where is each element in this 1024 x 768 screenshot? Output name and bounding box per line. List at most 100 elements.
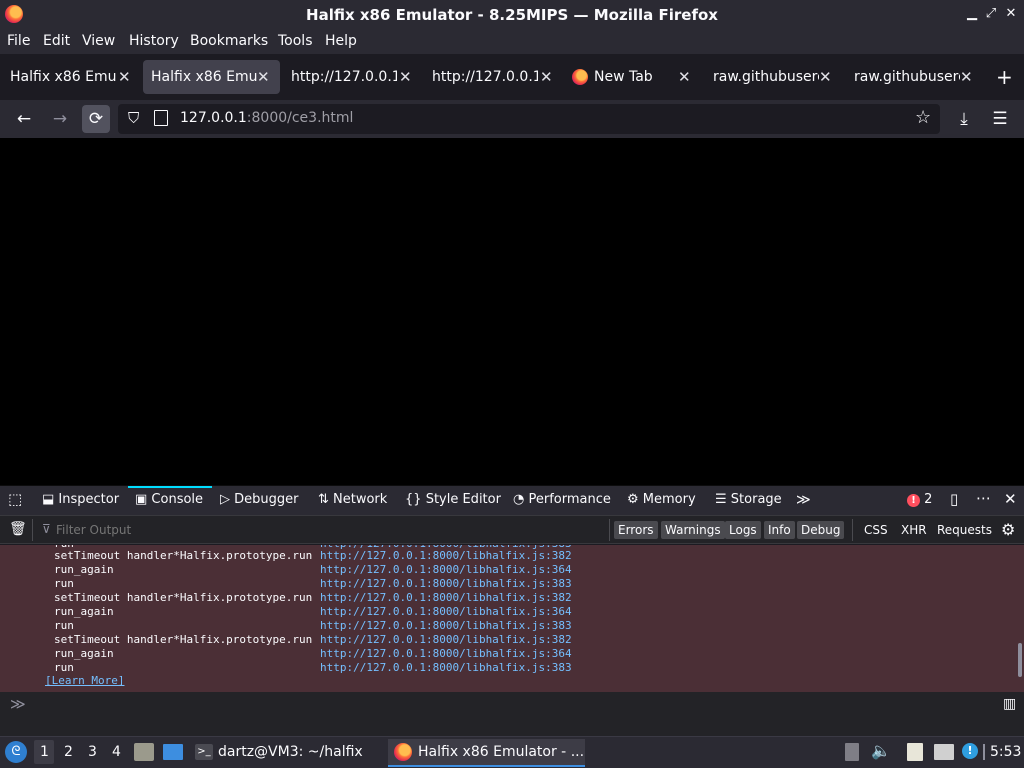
- stack-function: run: [54, 619, 74, 632]
- tab-label: Halfix x86 Emul: [151, 69, 257, 85]
- tab-raw-github-1[interactable]: raw.githubuserc ✕: [705, 60, 842, 94]
- filter-output-input[interactable]: [56, 520, 356, 540]
- filter-logs-button[interactable]: Logs: [725, 521, 761, 539]
- close-tab-icon[interactable]: ✕: [678, 68, 691, 86]
- stack-location-link[interactable]: http://127.0.0.1:8000/libhalfix.js:364: [320, 605, 572, 618]
- devtools-tab-performance[interactable]: ◔ Performance: [513, 492, 611, 507]
- terminal-icon: >_: [195, 744, 213, 760]
- close-devtools-icon[interactable]: ✕: [1004, 490, 1017, 508]
- devtools-tab-style-editor[interactable]: {} Style Editor: [405, 492, 501, 507]
- page-icon[interactable]: [154, 110, 168, 126]
- start-menu-icon[interactable]: ᘓ: [5, 741, 27, 763]
- menu-history[interactable]: History: [129, 33, 179, 49]
- close-tab-icon[interactable]: ✕: [540, 68, 553, 86]
- console-settings-gear-icon[interactable]: ⚙: [1001, 520, 1015, 539]
- stack-location-link[interactable]: http://127.0.0.1:8000/libhalfix.js:383: [320, 577, 572, 590]
- workspace-1[interactable]: 1: [40, 744, 49, 760]
- url-bar[interactable]: ⛉ 127.0.0.1:8000/ce3.html ☆: [118, 104, 940, 134]
- devtools-tab-memory[interactable]: ⚙ Memory: [627, 492, 696, 507]
- maximize-icon[interactable]: ⤢: [983, 6, 999, 22]
- console-input[interactable]: ≫ ▥: [0, 692, 1024, 736]
- tab-new-tab[interactable]: New Tab ✕: [564, 60, 701, 94]
- tab-label: raw.githubuserc: [854, 69, 960, 85]
- filter-warnings-button[interactable]: Warnings: [661, 521, 725, 539]
- error-count-badge[interactable]: ! 2: [907, 492, 932, 507]
- menu-tools[interactable]: Tools: [278, 33, 313, 49]
- menu-help[interactable]: Help: [325, 33, 357, 49]
- new-tab-button[interactable]: +: [992, 60, 1016, 94]
- tab-localhost-2[interactable]: http://127.0.0.1 ✕: [424, 60, 561, 94]
- forward-button[interactable]: →: [46, 105, 74, 133]
- menu-view[interactable]: View: [82, 33, 115, 49]
- stack-location-link[interactable]: http://127.0.0.1:8000/libhalfix.js:382: [320, 633, 572, 646]
- notification-icon[interactable]: !: [962, 743, 978, 759]
- tab-bar: Halfix x86 Emul ✕ Halfix x86 Emul ✕ http…: [0, 54, 1024, 100]
- stack-location-link[interactable]: http://127.0.0.1:8000/libhalfix.js:364: [320, 563, 572, 576]
- close-window-icon[interactable]: ✕: [1003, 6, 1019, 22]
- menu-file[interactable]: File: [7, 33, 30, 49]
- reload-button[interactable]: ⟳: [82, 105, 110, 133]
- stack-function: setTimeout handler*Halfix.prototype.run: [54, 549, 313, 562]
- stack-location-link[interactable]: http://127.0.0.1:8000/libhalfix.js:383: [320, 661, 572, 674]
- taskbar-terminal[interactable]: dartz@VM3: ~/halfix: [218, 744, 363, 760]
- minimize-icon[interactable]: ▁: [964, 6, 980, 22]
- filter-xhr-button[interactable]: XHR: [897, 521, 931, 539]
- devtools-tab-console[interactable]: ▣ Console: [135, 492, 203, 507]
- devtools-tab-storage[interactable]: ☰ Storage: [715, 492, 782, 507]
- devtools-tab-inspector[interactable]: ⬓ Inspector: [42, 492, 119, 507]
- console-scrollbar[interactable]: [1018, 643, 1022, 677]
- clock[interactable]: 5:53: [990, 744, 1021, 760]
- taskbar-firefox[interactable]: Halfix x86 Emulator - ...: [418, 744, 584, 760]
- trash-icon[interactable]: 🗑: [9, 521, 27, 537]
- editor-mode-icon[interactable]: ▥: [1003, 696, 1016, 712]
- file-manager-icon[interactable]: [134, 743, 154, 761]
- battery-icon[interactable]: [845, 743, 859, 761]
- desktop-icon[interactable]: [163, 744, 183, 760]
- bookmark-star-icon[interactable]: ☆: [915, 107, 931, 128]
- filter-css-button[interactable]: CSS: [860, 521, 892, 539]
- learn-more-link[interactable]: [Learn More]: [45, 674, 124, 687]
- stack-frame-row: run_again http://127.0.0.1:8000/libhalfix…: [0, 563, 1024, 577]
- tab-localhost-1[interactable]: http://127.0.0.1 ✕: [283, 60, 420, 94]
- back-button[interactable]: ←: [10, 105, 38, 133]
- volume-icon[interactable]: 🔈: [871, 741, 891, 760]
- stack-location-link[interactable]: http://127.0.0.1:8000/libhalfix.js:364: [320, 647, 572, 660]
- filter-info-button[interactable]: Info: [764, 521, 795, 539]
- devtools-tab-network[interactable]: ⇅ Network: [318, 492, 387, 507]
- stack-location-link[interactable]: http://127.0.0.1:8000/libhalfix.js:382: [320, 549, 572, 562]
- tab-halfix-2[interactable]: Halfix x86 Emul ✕: [143, 60, 280, 94]
- tab-halfix-1[interactable]: Halfix x86 Emul ✕: [2, 60, 138, 94]
- stack-location-link[interactable]: http://127.0.0.1:8000/libhalfix.js:382: [320, 591, 572, 604]
- stack-function: run_again: [54, 563, 114, 576]
- element-picker-icon[interactable]: ⬚: [8, 490, 22, 508]
- dock-side-icon[interactable]: ▯: [950, 490, 958, 508]
- stack-frame-row: run http://127.0.0.1:8000/libhalfix.js:38…: [0, 661, 1024, 675]
- plus-icon: +: [996, 65, 1013, 89]
- menu-edit[interactable]: Edit: [43, 33, 70, 49]
- app-menu-button[interactable]: ☰: [986, 105, 1014, 133]
- devtools-tab-debugger[interactable]: ▷ Debugger: [220, 492, 299, 507]
- close-tab-icon[interactable]: ✕: [399, 68, 412, 86]
- tab-raw-github-2[interactable]: raw.githubuserc ✕: [846, 60, 983, 94]
- workspace-4[interactable]: 4: [112, 744, 121, 760]
- url-text[interactable]: 127.0.0.1:8000/ce3.html: [180, 110, 353, 126]
- workspace-2[interactable]: 2: [64, 744, 73, 760]
- tab-label: http://127.0.0.1: [291, 69, 397, 85]
- filter-errors-button[interactable]: Errors: [614, 521, 658, 539]
- emulator-canvas[interactable]: [0, 138, 1024, 485]
- filter-debug-button[interactable]: Debug: [797, 521, 845, 539]
- more-tabs-icon[interactable]: ≫: [796, 492, 811, 508]
- downloads-button[interactable]: ⤓: [950, 105, 978, 133]
- close-tab-icon[interactable]: ✕: [819, 68, 832, 86]
- network-icon[interactable]: [934, 744, 954, 760]
- workspace-3[interactable]: 3: [88, 744, 97, 760]
- menu-bookmarks[interactable]: Bookmarks: [190, 33, 268, 49]
- close-tab-icon[interactable]: ✕: [118, 68, 131, 86]
- filter-requests-button[interactable]: Requests: [933, 521, 996, 539]
- stack-location-link[interactable]: http://127.0.0.1:8000/libhalfix.js:383: [320, 619, 572, 632]
- more-options-icon[interactable]: ⋯: [976, 489, 991, 507]
- shield-icon[interactable]: ⛉: [128, 109, 139, 127]
- clipboard-icon[interactable]: [907, 743, 923, 761]
- close-tab-icon[interactable]: ✕: [257, 68, 270, 86]
- close-tab-icon[interactable]: ✕: [960, 68, 973, 86]
